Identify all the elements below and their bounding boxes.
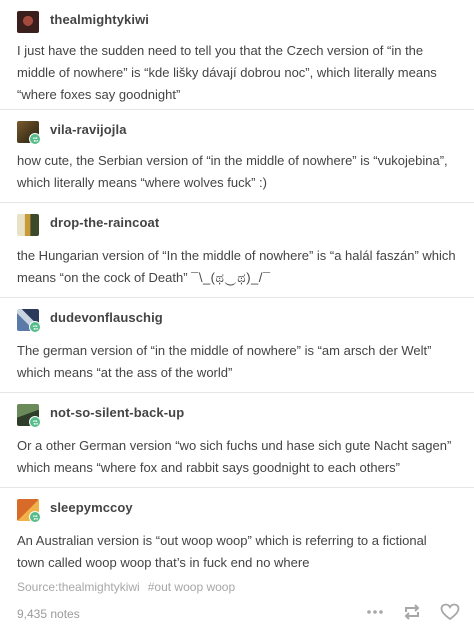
reblog-text: An Australian version is “out woop woop”… <box>17 533 427 570</box>
username[interactable]: thealmightykiwi <box>50 12 149 27</box>
avatar[interactable] <box>17 11 39 33</box>
reblog-item: thealmightykiwi I just have the sudden n… <box>0 0 474 110</box>
tumblr-post: thealmightykiwi I just have the sudden n… <box>0 0 474 632</box>
heart-icon[interactable] <box>440 603 460 621</box>
username[interactable]: dudevonflauschig <box>50 310 163 325</box>
reblog-badge <box>29 416 41 428</box>
reblog-badge-icon <box>32 514 38 520</box>
source-label: Source: <box>17 580 59 594</box>
reblog-item: drop-the-raincoat the Hungarian version … <box>0 203 474 298</box>
username[interactable]: vila-ravijojla <box>50 122 127 137</box>
reblog-text: I just have the sudden need to tell you … <box>17 43 437 102</box>
post-tag[interactable]: #out woop woop <box>148 580 235 594</box>
reblog-badge <box>29 511 41 523</box>
reblog-item: sleepymccoy An Australian version is “ou… <box>0 488 474 574</box>
username[interactable]: sleepymccoy <box>50 500 133 515</box>
post-source: Source:thealmightykiwi #out woop woop <box>17 580 235 594</box>
avatar[interactable] <box>17 214 39 236</box>
shrug-emote: ¯\_(ಥ‿ಥ)_/¯ <box>191 270 271 285</box>
reblog-badge <box>29 133 41 145</box>
notes-count[interactable]: 9,435 notes <box>17 607 80 621</box>
reblog-badge-icon <box>32 419 38 425</box>
reblog-text: how cute, the Serbian version of “in the… <box>17 153 448 190</box>
reblog-item: not-so-silent-back-up Or a other German … <box>0 393 474 488</box>
reblog-icon[interactable] <box>402 603 422 621</box>
reblog-text: the Hungarian version of “In the middle … <box>17 245 456 289</box>
username[interactable]: not-so-silent-back-up <box>50 405 184 420</box>
source-link[interactable]: thealmightykiwi <box>58 580 139 594</box>
reblog-badge <box>29 321 41 333</box>
reblog-text: Or a other German version “wo sich fuchs… <box>17 438 452 475</box>
reblog-item: dudevonflauschig The german version of “… <box>0 298 474 393</box>
reblog-text: The german version of “in the middle of … <box>17 343 432 380</box>
reblog-item: vila-ravijojla how cute, the Serbian ver… <box>0 110 474 203</box>
reblog-badge-icon <box>32 136 38 142</box>
post-actions <box>366 603 460 621</box>
username[interactable]: drop-the-raincoat <box>50 215 159 230</box>
more-dots-icon[interactable] <box>366 609 384 615</box>
reblog-badge-icon <box>32 324 38 330</box>
